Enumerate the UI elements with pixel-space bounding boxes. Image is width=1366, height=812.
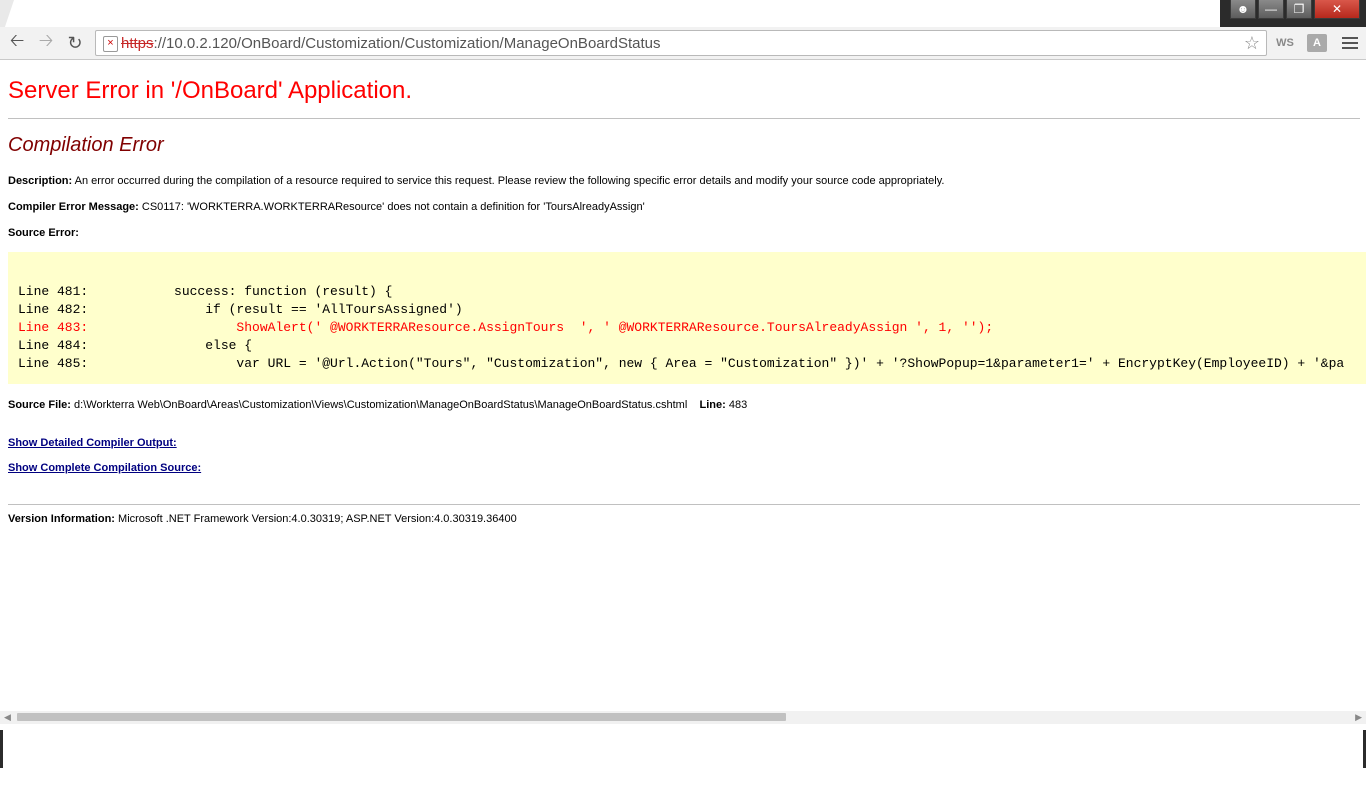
- description-label: Description:: [8, 175, 73, 187]
- user-profile-button[interactable]: ☻: [1230, 0, 1256, 19]
- source-file-path: d:\Workterra Web\OnBoard\Areas\Customiza…: [74, 399, 688, 411]
- tab-edge: [0, 0, 14, 27]
- source-error-label: Source Error:: [8, 227, 79, 239]
- url-path: ://10.0.2.120/OnBoard/Customization/Cust…: [153, 35, 661, 52]
- source-file-label: Source File:: [8, 399, 71, 411]
- compiler-message-label: Compiler Error Message:: [8, 201, 139, 213]
- pdf-extension-icon: A: [1313, 37, 1321, 49]
- minimize-button[interactable]: —: [1258, 0, 1284, 19]
- scroll-left-icon[interactable]: ◀: [4, 712, 11, 723]
- browser-menu-button[interactable]: [1342, 33, 1358, 53]
- line-number: 483: [728, 399, 748, 411]
- window-edge: [0, 730, 3, 768]
- reload-icon: ↻: [67, 32, 83, 53]
- description-text: An error occurred during the compilation…: [74, 175, 945, 187]
- close-window-button[interactable]: ✕: [1314, 0, 1360, 19]
- description-row: Description: An error occurred during th…: [8, 175, 944, 187]
- show-compilation-source-link[interactable]: Show Complete Compilation Source:: [8, 462, 201, 474]
- line-label: Line:: [699, 399, 726, 411]
- code-line: Line 482: if (result == 'AllToursAssigne…: [18, 302, 463, 317]
- code-line: Line 485: var URL = '@Url.Action("Tours"…: [18, 356, 1345, 371]
- browser-tab[interactable]: [0, 0, 1220, 27]
- page-content: Server Error in '/OnBoard' Application. …: [0, 61, 1366, 711]
- menu-icon: [1342, 37, 1358, 39]
- horizontal-scrollbar[interactable]: ◀ ▶: [0, 711, 1366, 724]
- url-text: https://10.0.2.120/OnBoard/Customization…: [121, 35, 660, 52]
- back-arrow-icon: 🡠: [9, 30, 25, 50]
- show-compiler-output-link[interactable]: Show Detailed Compiler Output:: [8, 437, 177, 449]
- scrollbar-thumb[interactable]: [17, 713, 786, 721]
- window-bottom: [0, 724, 1366, 812]
- error-type-heading: Compilation Error: [8, 134, 164, 156]
- source-file-row: Source File: d:\Workterra Web\OnBoard\Ar…: [8, 399, 747, 411]
- divider: [8, 504, 1360, 505]
- code-line: Line 481: success: function (result) {: [18, 284, 393, 299]
- page-title: Server Error in '/OnBoard' Application.: [8, 77, 413, 104]
- restore-button[interactable]: ❐: [1286, 0, 1312, 19]
- forward-arrow-icon: 🡢: [38, 30, 54, 50]
- back-button[interactable]: 🡠: [5, 30, 29, 54]
- ws-extension-icon: WS: [1276, 37, 1294, 49]
- insecure-lock-icon[interactable]: ×: [103, 36, 118, 52]
- url-scheme: https: [121, 35, 154, 52]
- scroll-right-icon[interactable]: ▶: [1355, 712, 1362, 723]
- version-info-label: Version Information:: [8, 513, 115, 525]
- bookmark-star-icon[interactable]: ☆: [1244, 33, 1260, 54]
- browser-toolbar: 🡠 🡢 ↻ × https://10.0.2.120/OnBoard/Custo…: [0, 27, 1366, 60]
- compiler-message-row: Compiler Error Message: CS0117: 'WORKTER…: [8, 201, 645, 213]
- reload-button[interactable]: ↻: [63, 32, 87, 54]
- extension-pdf-button[interactable]: A: [1307, 34, 1327, 52]
- code-line-error: Line 483: ShowAlert(' @WORKTERRAResource…: [18, 320, 994, 335]
- source-code-block: Line 481: success: function (result) { L…: [8, 252, 1366, 384]
- source-error-row: Source Error:: [8, 227, 79, 239]
- window-controls: ☻ — ❐ ✕: [1230, 0, 1360, 20]
- address-bar[interactable]: × https://10.0.2.120/OnBoard/Customizati…: [95, 30, 1267, 56]
- code-line: Line 484: else {: [18, 338, 253, 353]
- version-info-text: Microsoft .NET Framework Version:4.0.303…: [118, 513, 517, 525]
- compiler-message-text: CS0117: 'WORKTERRA.WORKTERRAResource' do…: [141, 201, 645, 213]
- forward-button[interactable]: 🡢: [34, 30, 58, 54]
- browser-titlebar: ☻ — ❐ ✕: [0, 0, 1366, 27]
- extension-ws-button[interactable]: WS: [1275, 34, 1295, 52]
- version-info-row: Version Information: Microsoft .NET Fram…: [8, 513, 517, 525]
- divider: [8, 118, 1360, 119]
